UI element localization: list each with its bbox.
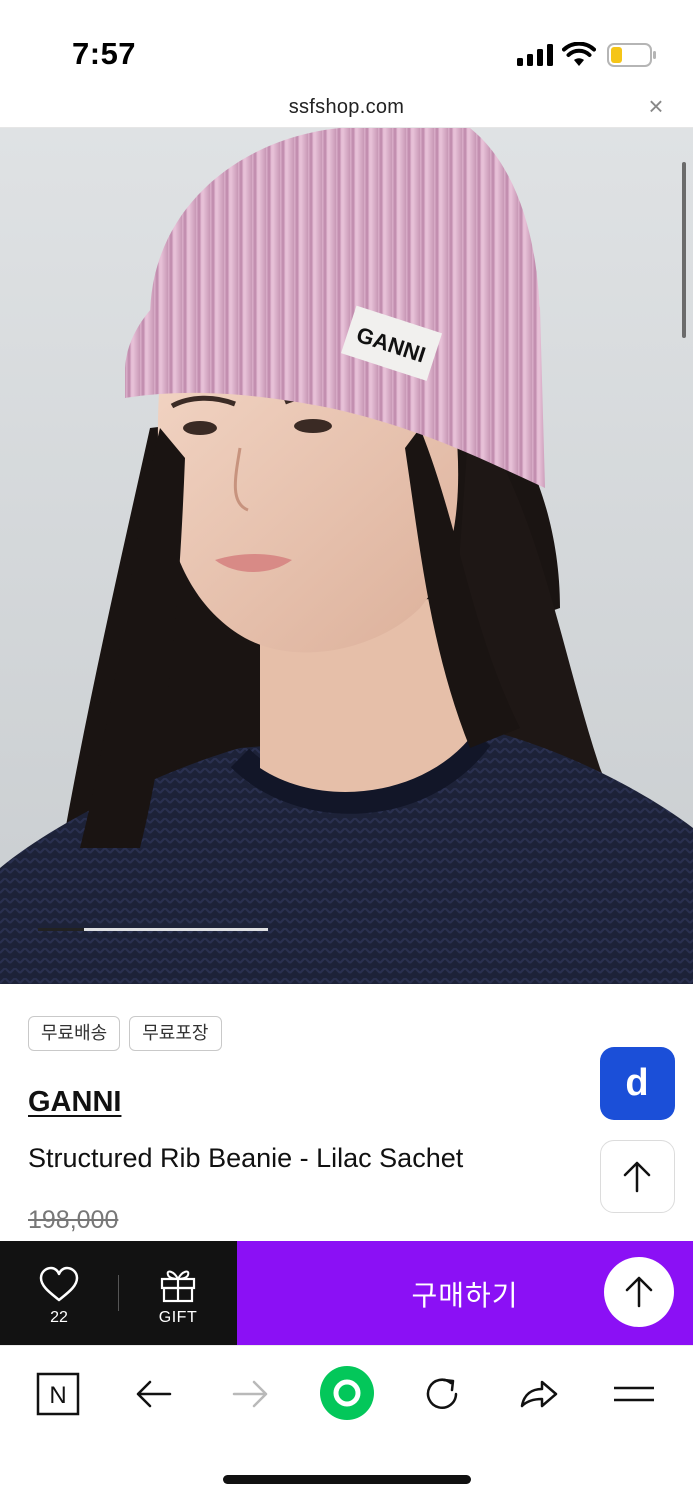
gift-label: GIFT [158,1309,198,1326]
back-arrow-icon[interactable] [132,1372,176,1416]
url-text[interactable]: ssfshop.com [0,96,693,119]
divider [118,1275,119,1311]
purchase-bar-actions: 22 GIFT [0,1241,237,1345]
reload-icon[interactable] [420,1372,464,1416]
svg-text:N: N [49,1382,66,1409]
close-icon[interactable]: × [644,93,668,119]
url-bar[interactable]: ssfshop.com × [0,90,693,128]
carousel-progress-indicator [38,928,84,931]
naver-n-icon[interactable]: N [36,1372,80,1416]
scroll-top-button[interactable] [600,1140,675,1213]
browser-toolbar: N [0,1345,693,1437]
gift-icon [160,1270,196,1303]
wishlist-count: 22 [50,1309,68,1326]
green-dot-icon[interactable] [318,1364,376,1422]
product-name: Structured Rib Beanie - Lilac Sachet [28,1143,464,1173]
status-bar: 7:57 [0,0,693,90]
model-photo: GANNI [0,128,693,984]
d-app-icon: d [625,1062,648,1104]
status-time: 7:57 [72,36,137,71]
share-icon[interactable] [516,1372,560,1416]
brand-link[interactable]: GANNI [28,1086,121,1119]
signal-icon [517,44,553,66]
d-app-button[interactable]: d [600,1047,675,1120]
forward-arrow-icon[interactable] [228,1372,272,1416]
badge-free-shipping: 무료배송 [28,1016,121,1051]
battery-low-icon [607,43,656,67]
badge-list: 무료배송 무료포장 [28,1016,222,1051]
wishlist-button[interactable]: 22 [30,1265,88,1326]
home-indicator[interactable] [223,1475,471,1484]
heart-icon [39,1266,79,1302]
arrow-up-icon [625,1276,653,1308]
menu-icon[interactable] [612,1372,656,1416]
product-image[interactable]: GANNI [0,128,693,984]
gift-button[interactable]: GIFT [150,1265,206,1326]
page-scrollbar[interactable] [682,162,686,338]
arrow-up-icon [623,1161,651,1193]
scroll-top-round-button[interactable] [604,1257,674,1327]
svg-text:d: d [625,1062,648,1104]
badge-free-wrapping: 무료포장 [129,1016,222,1051]
wifi-icon [562,42,596,66]
original-price: 198,000 [28,1206,119,1234]
purchase-bar: 22 GIFT 구매하기 [0,1241,693,1345]
